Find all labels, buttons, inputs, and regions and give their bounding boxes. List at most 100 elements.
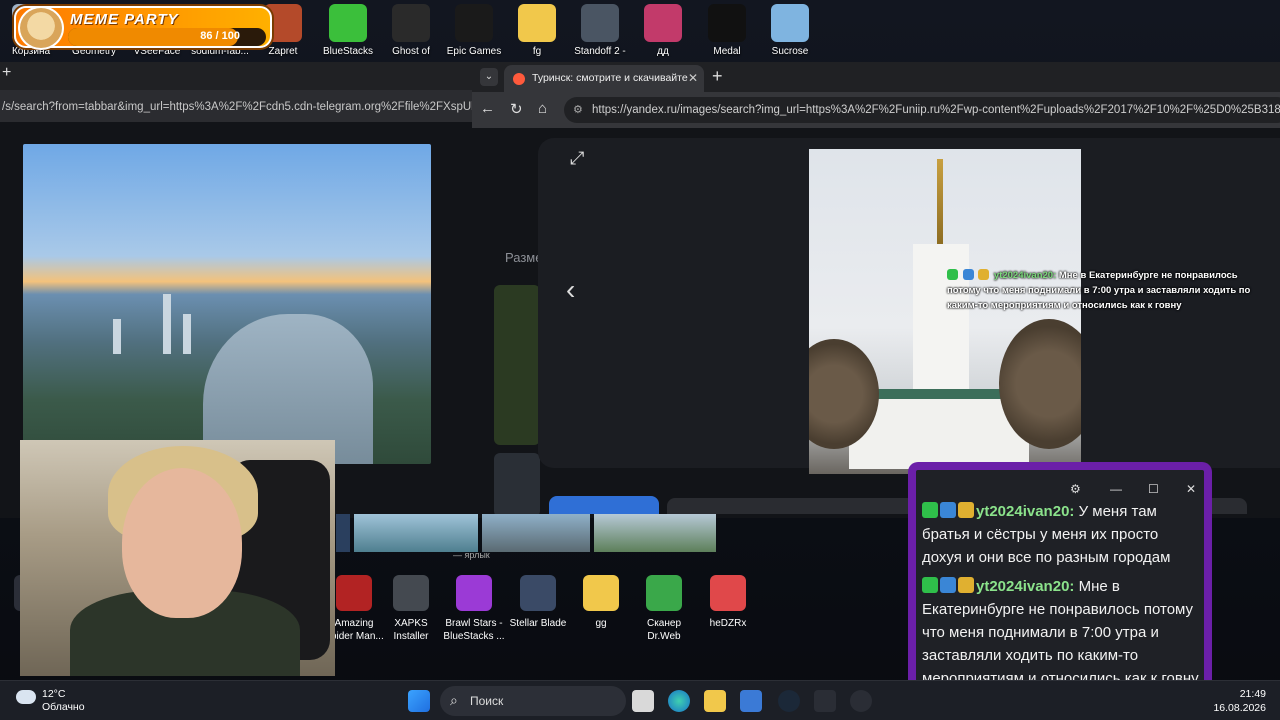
app-icon (771, 4, 809, 42)
desktop-icon-label: Ghost of (392, 46, 430, 57)
reload-icon[interactable]: ↻ (510, 100, 523, 118)
desktop-icon-label: Brawl Stars - BlueStacks ... (443, 618, 505, 642)
close-tab-icon[interactable]: ✕ (688, 71, 698, 85)
close-icon[interactable]: ✕ (1186, 482, 1196, 496)
taskbar-search[interactable]: ⌕ Поиск (440, 686, 626, 716)
desktop-icon-label: Epic Games (446, 46, 502, 57)
desktop-icon-label: Сканер Dr.Web (646, 618, 682, 642)
ekaterinburg-city-image[interactable] (23, 144, 431, 464)
desktop-icon[interactable]: Сканер Dr.Web (632, 575, 696, 643)
meme-party-count: 86 / 100 (200, 30, 240, 42)
date: 16.08.2026 (1213, 702, 1266, 714)
weather-widget[interactable]: 12°C Облачно (16, 688, 85, 714)
viewer-action-button[interactable] (549, 496, 659, 514)
maximize-icon[interactable]: ☐ (1148, 482, 1159, 496)
desktop-icon[interactable]: Ghost of (380, 4, 442, 57)
home-icon[interactable]: ⌂ (538, 100, 547, 117)
desktop-icon[interactable]: Brawl Stars - BlueStacks ... (442, 575, 506, 643)
desktop-icon[interactable]: Stellar Blade (506, 575, 570, 630)
cloud-icon (16, 690, 36, 704)
minimize-icon[interactable]: — (1110, 482, 1122, 496)
face-shape (122, 468, 242, 618)
desktop-icon-label: BlueStacks (322, 46, 374, 57)
tab-turinsk[interactable]: Туринск: смотрите и скачивайте ✕ (504, 65, 704, 92)
desktop-icon-label: gg (595, 618, 607, 629)
result-thumbnail[interactable] (494, 285, 540, 445)
app-icon (644, 4, 682, 42)
app-icon (336, 575, 372, 611)
webcam-overlay (20, 440, 335, 676)
file-explorer-icon[interactable] (704, 690, 726, 712)
strip-thumbnail[interactable] (594, 514, 716, 552)
right-url-bar[interactable]: ⚙ https://yandex.ru/images/search?img_ur… (564, 97, 1280, 123)
desktop-icon[interactable]: BlueStacks (317, 4, 379, 57)
chat-message-list: yt2024ivan20: У меня там братья и сёстры… (922, 500, 1202, 696)
app-icon (646, 575, 682, 611)
tab-search-chevron-icon[interactable]: ⌄ (480, 68, 498, 86)
crown-icon (958, 502, 974, 518)
app-icon (455, 4, 493, 42)
task-view-icon[interactable] (632, 690, 654, 712)
strip-thumbnail[interactable] (482, 514, 590, 552)
desktop-icon[interactable]: дд (632, 4, 694, 57)
strip-thumbnail[interactable] (336, 514, 350, 552)
expand-icon[interactable]: ⤢ (570, 148, 584, 169)
windows-start-icon[interactable] (408, 690, 430, 712)
meme-party-widget: MEME PARTY 86 / 100 (14, 6, 272, 50)
steam-icon[interactable] (778, 690, 800, 712)
desktop-icon[interactable]: heDZRx (696, 575, 760, 630)
doge-icon (18, 6, 64, 50)
chat-username[interactable]: yt2024ivan20: (976, 503, 1074, 520)
search-icon: ⌕ (450, 692, 458, 708)
desktop-icon[interactable]: fg (506, 4, 568, 57)
chat-badge-icon (940, 577, 956, 593)
back-arrow-icon[interactable]: ← (480, 100, 495, 117)
desktop-icon[interactable]: XAPKS Installer (379, 575, 443, 643)
app-icon (329, 4, 367, 42)
desktop-icon[interactable]: gg (569, 575, 633, 630)
microsoft-store-icon[interactable] (740, 690, 762, 712)
desktop: Корзина Geometry VSeeFace sodium-fab... Zapr… (0, 0, 1280, 720)
previous-image-chevron-icon[interactable]: ‹ (566, 274, 575, 306)
desktop-icon-label: heDZRx (709, 618, 747, 629)
site-info-icon[interactable]: ⚙ (573, 103, 583, 116)
app-icon (518, 4, 556, 42)
chat-message: yt2024ivan20: У меня там братья и сёстры… (922, 500, 1202, 569)
right-nav-bar: ← ↻ ⌂ ⚙ https://yandex.ru/images/search?… (472, 92, 1280, 128)
stream-chat-overlay: yt2024ivan20: Мне в Екатеринбурге не пон… (947, 268, 1267, 313)
result-thumbnail[interactable] (494, 453, 540, 517)
desktop-icon[interactable]: Standoff 2 - (569, 4, 631, 57)
desktop-icon[interactable]: Epic Games (443, 4, 505, 57)
left-address-bar[interactable]: /s/search?from=tabbar&img_url=https%3A%2… (0, 90, 472, 122)
left-tab-bar: + (0, 62, 472, 90)
system-clock[interactable]: 21:49 16.08.2026 (1213, 687, 1266, 715)
app-icon (708, 4, 746, 42)
weather-condition: Облачно (42, 701, 85, 713)
thumbnail-strip (336, 514, 718, 552)
size-filter-label[interactable]: Разме (505, 250, 542, 265)
app-icon (456, 575, 492, 611)
taskbar: 12°C Облачно ⌕ Поиск 21:49 16.08.2026 (0, 680, 1280, 720)
meme-party-title: MEME PARTY (70, 11, 179, 28)
settings-gear-icon[interactable]: ⚙ (1070, 482, 1081, 496)
overlay-chat-username: yt2024ivan20: (993, 270, 1057, 281)
strip-thumbnail[interactable] (354, 514, 478, 552)
chat-badge-icon (962, 269, 974, 280)
desktop-icon-label: Sucrose (771, 46, 809, 57)
desktop-icon[interactable]: Sucrose (759, 4, 821, 57)
tab-title: Туринск: смотрите и скачивайте (532, 72, 688, 84)
chat-badge-icon (947, 269, 958, 280)
capcut-icon[interactable] (814, 690, 836, 712)
building-shape (183, 314, 191, 354)
spire-shape (937, 159, 943, 249)
edge-browser-icon[interactable] (668, 690, 690, 712)
chat-badge-icon (922, 502, 938, 518)
new-tab-button[interactable]: + (712, 66, 723, 87)
overlay-chat-text: Мне в Екатеринбурге не понравилось потом… (947, 270, 1251, 311)
new-tab-plus-icon[interactable]: + (2, 64, 11, 82)
chat-username[interactable]: yt2024ivan20: (976, 578, 1074, 595)
building-shape (113, 319, 121, 354)
desktop-icon[interactable]: Medal (696, 4, 758, 57)
chat-badge-icon (940, 502, 956, 518)
obs-taskbar-icon[interactable] (850, 690, 872, 712)
